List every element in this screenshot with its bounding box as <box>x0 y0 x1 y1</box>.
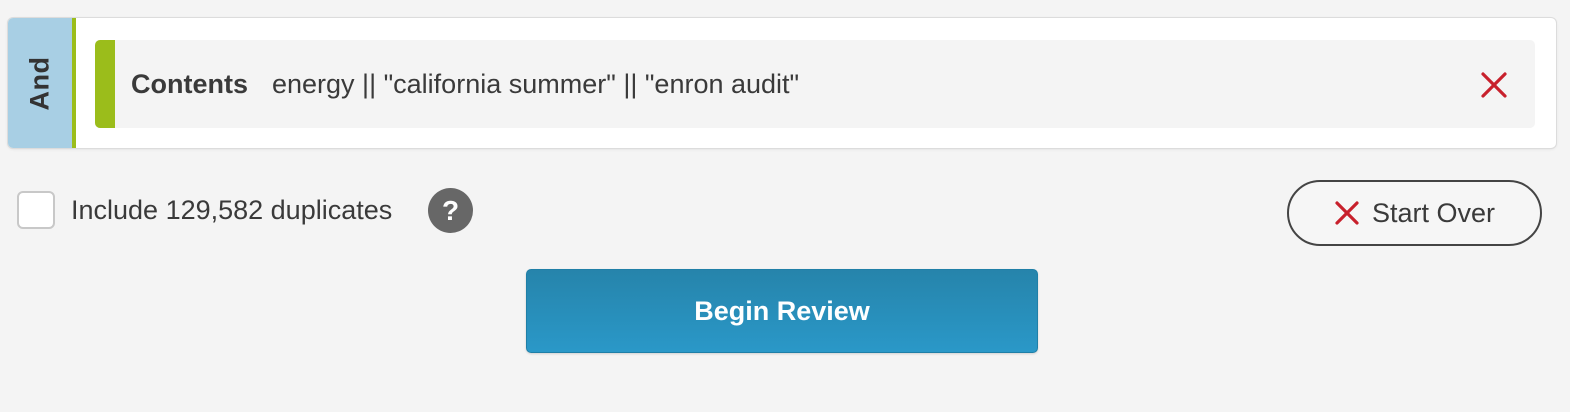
condition-value: energy || "california summer" || "enron … <box>272 68 800 99</box>
begin-review-label: Begin Review <box>694 295 870 326</box>
condition-field-name: Contents <box>131 68 248 99</box>
condition-accent-stripe <box>95 40 115 128</box>
close-icon <box>1481 72 1507 98</box>
help-icon[interactable]: ? <box>428 188 473 233</box>
close-icon <box>1335 201 1359 225</box>
start-over-label: Start Over <box>1371 197 1496 228</box>
operator-label: And <box>24 56 55 110</box>
query-card: And Contents energy || "california summe… <box>8 18 1556 148</box>
remove-condition-button[interactable] <box>1479 70 1509 100</box>
include-duplicates-label[interactable]: Include 129,582 duplicates <box>71 192 392 228</box>
operator-toggle[interactable]: And <box>8 18 76 148</box>
include-duplicates-checkbox[interactable] <box>17 191 55 229</box>
condition-row[interactable]: Contents energy || "california summer" |… <box>95 40 1535 128</box>
start-over-button[interactable]: Start Over <box>1287 180 1542 246</box>
begin-review-button[interactable]: Begin Review <box>526 269 1038 353</box>
